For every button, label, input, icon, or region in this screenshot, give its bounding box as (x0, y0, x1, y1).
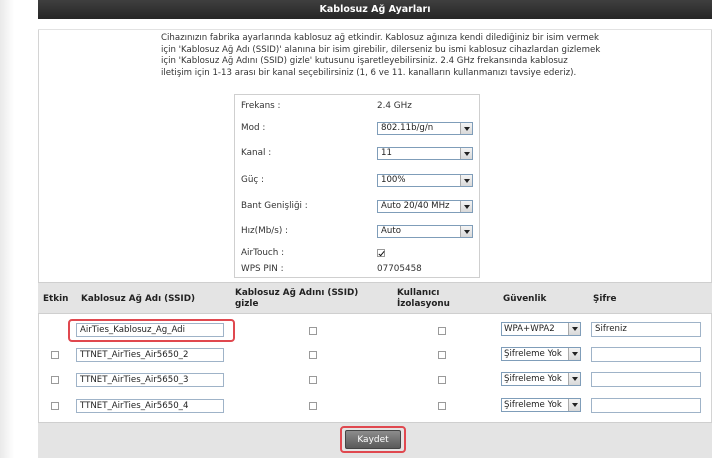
highlight-box-save (340, 426, 406, 453)
isolation-checkbox-3[interactable] (438, 376, 446, 384)
power-select[interactable]: 100% (377, 174, 473, 187)
chevron-down-icon[interactable] (460, 226, 472, 237)
security-selected-value-2: Şifreleme Yok (504, 349, 562, 359)
mode-row: Mod : 802.11b/g/n (235, 118, 479, 138)
hide-ssid-checkbox-1[interactable] (309, 327, 317, 335)
hide-ssid-checkbox-3[interactable] (309, 376, 317, 384)
ssid-row-4: TTNET_AirTies_Air5650_4 Şifreleme Yok (38, 392, 712, 419)
col-header-isolation: Kullanıcı İzolasyonu (397, 288, 450, 309)
security-selected-value-1: WPA+WPA2 (504, 324, 555, 334)
channel-selected-value: 11 (381, 148, 392, 158)
wps-pin-label: WPS PIN : (241, 264, 284, 274)
chevron-down-icon[interactable] (568, 323, 580, 335)
speed-select[interactable]: Auto (377, 225, 473, 238)
wps-pin-row: WPS PIN : 07705458 (235, 259, 479, 279)
enable-checkbox-2[interactable] (51, 351, 59, 359)
channel-row: Kanal : 11 (235, 143, 479, 163)
chevron-down-icon[interactable] (568, 399, 580, 411)
hide-ssid-checkbox-4[interactable] (309, 402, 317, 410)
title-separator (38, 19, 712, 30)
col-header-hide-ssid: Kablosuz Ağ Adını (SSID) gizle (235, 288, 358, 309)
password-input-1[interactable]: Sifreniz (591, 322, 701, 337)
chevron-down-icon[interactable] (568, 348, 580, 360)
ssid-input-4[interactable]: TTNET_AirTies_Air5650_4 (76, 399, 224, 413)
speed-selected-value: Auto (381, 226, 401, 236)
channel-label: Kanal : (241, 148, 272, 158)
col-header-enabled: Etkin (43, 294, 69, 304)
enable-checkbox-3[interactable] (51, 376, 59, 384)
mode-selected-value: 802.11b/g/n (381, 123, 434, 133)
security-selected-value-3: Şifreleme Yok (504, 374, 562, 384)
bandwidth-selected-value: Auto 20/40 MHz (381, 201, 450, 211)
ssid-row-2: TTNET_AirTies_Air5650_2 Şifreleme Yok (38, 341, 712, 368)
col-header-hide-ssid-line2: gizle (235, 298, 259, 309)
power-row: Güç : 100% (235, 170, 479, 190)
hide-ssid-checkbox-2[interactable] (309, 351, 317, 359)
chevron-down-icon[interactable] (460, 175, 472, 186)
ssid-input-3[interactable]: TTNET_AirTies_Air5650_3 (76, 373, 224, 387)
mode-label: Mod : (241, 123, 266, 133)
chevron-down-icon[interactable] (460, 148, 472, 159)
airtouch-checkbox[interactable] (377, 249, 385, 257)
password-input-2[interactable] (591, 347, 701, 362)
bandwidth-select[interactable]: Auto 20/40 MHz (377, 200, 473, 213)
password-input-4[interactable] (591, 398, 701, 413)
security-select-4[interactable]: Şifreleme Yok (501, 398, 581, 412)
left-edge-shadow (0, 0, 14, 458)
enable-checkbox-4[interactable] (51, 402, 59, 410)
highlight-box-ssid (68, 319, 235, 342)
isolation-checkbox-2[interactable] (438, 351, 446, 359)
isolation-checkbox-1[interactable] (438, 327, 446, 335)
ssid-row-3: TTNET_AirTies_Air5650_3 Şifreleme Yok (38, 366, 712, 393)
mode-select[interactable]: 802.11b/g/n (377, 122, 473, 135)
security-select-2[interactable]: Şifreleme Yok (501, 347, 581, 361)
channel-select[interactable]: 11 (377, 147, 473, 160)
col-header-isolation-line2: İzolasyonu (397, 298, 450, 309)
col-header-security: Güvenlik (503, 294, 547, 304)
col-header-password: Şifre (593, 294, 617, 304)
ssid-table-header: Etkin Kablosuz Ağ Adı (SSID) Kablosuz Ağ… (38, 282, 712, 314)
frequency-label: Frekans : (241, 101, 281, 111)
power-selected-value: 100% (381, 175, 406, 185)
frequency-row: Frekans : 2.4 GHz (235, 96, 479, 116)
col-header-isolation-line1: Kullanıcı (397, 288, 440, 298)
ssid-table: Etkin Kablosuz Ağ Adı (SSID) Kablosuz Ağ… (38, 282, 712, 422)
chevron-down-icon[interactable] (460, 201, 472, 212)
chevron-down-icon[interactable] (460, 123, 472, 134)
wps-pin-value: 07705458 (377, 264, 422, 274)
ssid-input-2[interactable]: TTNET_AirTies_Air5650_2 (76, 348, 224, 362)
security-select-3[interactable]: Şifreleme Yok (501, 372, 581, 386)
speed-row: Hız(Mb/s) : Auto (235, 221, 479, 241)
bandwidth-label: Bant Genişliği : (241, 201, 308, 211)
bandwidth-row: Bant Genişliği : Auto 20/40 MHz (235, 196, 479, 216)
col-header-ssid: Kablosuz Ağ Adı (SSID) (81, 294, 196, 304)
password-input-3[interactable] (591, 372, 701, 387)
chevron-down-icon[interactable] (568, 373, 580, 385)
speed-label: Hız(Mb/s) : (241, 226, 289, 236)
power-label: Güç : (241, 175, 264, 185)
isolation-checkbox-4[interactable] (438, 402, 446, 410)
form-footer: Kaydet (38, 422, 712, 458)
security-select-1[interactable]: WPA+WPA2 (501, 322, 581, 336)
security-selected-value-4: Şifreleme Yok (504, 400, 562, 410)
description-text: Cihazınızın fabrika ayarlarında kablosuz… (161, 33, 601, 78)
col-header-hide-ssid-line1: Kablosuz Ağ Adını (SSID) (235, 288, 359, 298)
page-title: Kablosuz Ağ Ayarları (38, 0, 712, 19)
frequency-value: 2.4 GHz (377, 101, 412, 111)
page: Kablosuz Ağ Ayarları Cihazınızın fabrika… (0, 0, 716, 458)
radio-settings-box: Frekans : 2.4 GHz Mod : 802.11b/g/n Kana… (234, 94, 480, 278)
